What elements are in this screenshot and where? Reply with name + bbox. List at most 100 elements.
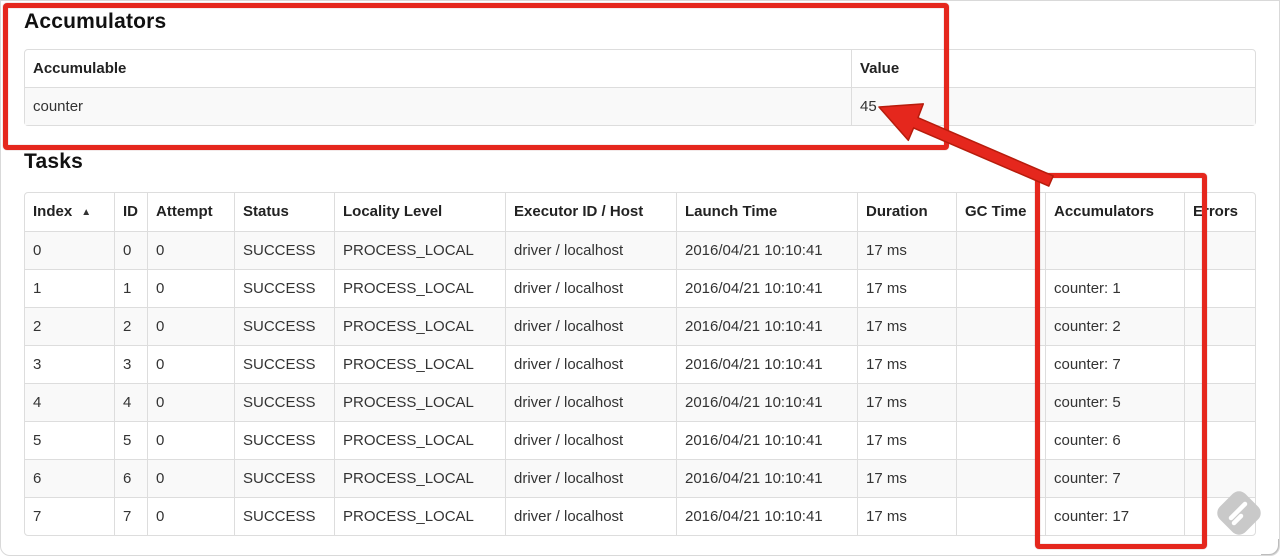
cell-errors: [1184, 307, 1255, 345]
cell-executor_id_host: driver / localhost: [505, 383, 676, 421]
cell-gc_time: [956, 497, 1045, 535]
column-header-errors[interactable]: Errors: [1184, 193, 1255, 231]
cell-errors: [1184, 269, 1255, 307]
cell-attempt: 0: [147, 459, 234, 497]
column-header-status[interactable]: Status: [234, 193, 334, 231]
cell-duration: 17 ms: [857, 497, 956, 535]
cell-attempt: 0: [147, 497, 234, 535]
column-header-accumulators[interactable]: Accumulators: [1045, 193, 1184, 231]
cell-accumulable-name: counter: [25, 87, 851, 125]
cell-duration: 17 ms: [857, 307, 956, 345]
column-header-locality_level[interactable]: Locality Level: [334, 193, 505, 231]
cell-executor_id_host: driver / localhost: [505, 269, 676, 307]
tasks-section-heading: Tasks: [24, 150, 83, 173]
column-header-executor_id_host[interactable]: Executor ID / Host: [505, 193, 676, 231]
cell-id: 1: [114, 269, 147, 307]
column-header-attempt[interactable]: Attempt: [147, 193, 234, 231]
cell-locality_level: PROCESS_LOCAL: [334, 269, 505, 307]
cell-errors: [1184, 497, 1255, 535]
cell-attempt: 0: [147, 383, 234, 421]
cell-duration: 17 ms: [857, 459, 956, 497]
cell-accumulators: counter: 17: [1045, 497, 1184, 535]
cell-launch_time: 2016/04/21 10:10:41: [676, 421, 857, 459]
cell-gc_time: [956, 383, 1045, 421]
accumulators-section-heading: Accumulators: [24, 10, 167, 33]
cell-duration: 17 ms: [857, 345, 956, 383]
column-header-value: Value: [851, 50, 1255, 87]
sort-ascending-icon: ▲: [81, 207, 92, 218]
column-header-index[interactable]: Index ▲: [25, 193, 114, 231]
cell-accumulators: counter: 7: [1045, 345, 1184, 383]
cell-status: SUCCESS: [234, 421, 334, 459]
cell-executor_id_host: driver / localhost: [505, 307, 676, 345]
cell-launch_time: 2016/04/21 10:10:41: [676, 383, 857, 421]
column-header-duration[interactable]: Duration: [857, 193, 956, 231]
cell-duration: 17 ms: [857, 269, 956, 307]
cell-id: 6: [114, 459, 147, 497]
cell-index: 4: [25, 383, 114, 421]
cell-index: 1: [25, 269, 114, 307]
table-row: 2 2 0 SUCCESS PROCESS_LOCAL driver / localhos…: [25, 307, 1255, 345]
cell-index: 7: [25, 497, 114, 535]
column-header-launch_time[interactable]: Launch Time: [676, 193, 857, 231]
cell-duration: 17 ms: [857, 231, 956, 269]
accumulators-table: Accumulable Value counter 45: [24, 49, 1256, 126]
cell-index: 3: [25, 345, 114, 383]
cell-errors: [1184, 345, 1255, 383]
cell-attempt: 0: [147, 421, 234, 459]
column-header-accumulable: Accumulable: [33, 60, 127, 77]
table-row: 1 1 0 SUCCESS PROCESS_LOCAL driver / localhos…: [25, 269, 1255, 307]
cell-locality_level: PROCESS_LOCAL: [334, 421, 505, 459]
cell-id: 2: [114, 307, 147, 345]
cell-accumulators: counter: 7: [1045, 459, 1184, 497]
cell-gc_time: [956, 421, 1045, 459]
cell-errors: [1184, 421, 1255, 459]
cell-launch_time: 2016/04/21 10:10:41: [676, 269, 857, 307]
column-header-id[interactable]: ID: [114, 193, 147, 231]
cell-launch_time: 2016/04/21 10:10:41: [676, 231, 857, 269]
table-row: 7 7 0 SUCCESS PROCESS_LOCAL driver / localhos…: [25, 497, 1255, 535]
cell-index: 2: [25, 307, 114, 345]
cell-errors: [1184, 459, 1255, 497]
cell-accumulators: counter: 6: [1045, 421, 1184, 459]
cell-index: 5: [25, 421, 114, 459]
cell-status: SUCCESS: [234, 269, 334, 307]
cell-status: SUCCESS: [234, 383, 334, 421]
cell-attempt: 0: [147, 231, 234, 269]
cell-accumulable-value: 45: [851, 87, 1255, 125]
cell-id: 0: [114, 231, 147, 269]
cell-gc_time: [956, 459, 1045, 497]
cell-gc_time: [956, 231, 1045, 269]
cell-locality_level: PROCESS_LOCAL: [334, 345, 505, 383]
column-header-gc_time[interactable]: GC Time: [956, 193, 1045, 231]
screenshot-frame-corner: [1261, 539, 1279, 555]
cell-id: 4: [114, 383, 147, 421]
cell-id: 3: [114, 345, 147, 383]
cell-status: SUCCESS: [234, 231, 334, 269]
cell-status: SUCCESS: [234, 345, 334, 383]
cell-executor_id_host: driver / localhost: [505, 497, 676, 535]
cell-gc_time: [956, 345, 1045, 383]
cell-accumulators: counter: 2: [1045, 307, 1184, 345]
cell-attempt: 0: [147, 345, 234, 383]
cell-attempt: 0: [147, 269, 234, 307]
table-row: 6 6 0 SUCCESS PROCESS_LOCAL driver / localhos…: [25, 459, 1255, 497]
cell-executor_id_host: driver / localhost: [505, 459, 676, 497]
cell-gc_time: [956, 307, 1045, 345]
cell-locality_level: PROCESS_LOCAL: [334, 307, 505, 345]
cell-attempt: 0: [147, 307, 234, 345]
cell-status: SUCCESS: [234, 307, 334, 345]
cell-launch_time: 2016/04/21 10:10:41: [676, 345, 857, 383]
accumulators-header-row: Accumulable Value: [25, 50, 1255, 87]
cell-gc_time: [956, 269, 1045, 307]
cell-launch_time: 2016/04/21 10:10:41: [676, 459, 857, 497]
cell-accumulators: counter: 1: [1045, 269, 1184, 307]
cell-launch_time: 2016/04/21 10:10:41: [676, 307, 857, 345]
tasks-table: Index ▲ ID Attempt Status Locality Level Execu…: [24, 192, 1256, 536]
cell-locality_level: PROCESS_LOCAL: [334, 231, 505, 269]
cell-locality_level: PROCESS_LOCAL: [334, 459, 505, 497]
cell-status: SUCCESS: [234, 497, 334, 535]
cell-index: 6: [25, 459, 114, 497]
cell-status: SUCCESS: [234, 459, 334, 497]
cell-id: 7: [114, 497, 147, 535]
